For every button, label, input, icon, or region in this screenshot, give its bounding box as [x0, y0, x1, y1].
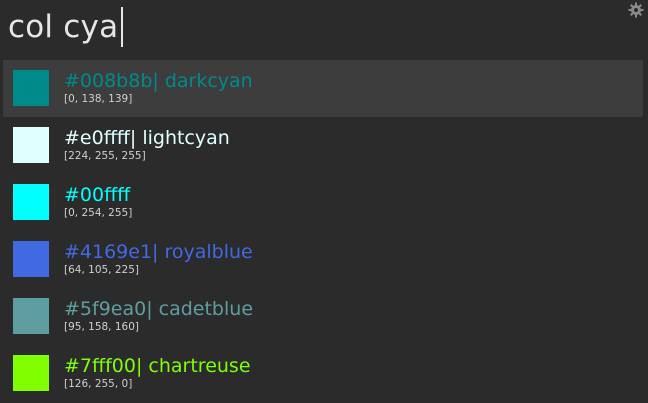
result-title: #e0ffff| lightcyan [64, 127, 230, 149]
result-item[interactable]: #7fff00| chartreuse [126, 255, 0] [3, 345, 643, 402]
result-item[interactable]: #5f9ea0| cadetblue [95, 158, 160] [3, 288, 643, 345]
color-swatch [13, 70, 49, 106]
result-item[interactable]: #e0ffff| lightcyan [224, 255, 255] [3, 117, 643, 174]
results-list: #008b8b| darkcyan [0, 138, 139] #e0ffff| l… [3, 60, 643, 402]
result-title: #5f9ea0| cadetblue [64, 298, 254, 320]
text-caret [121, 7, 124, 47]
scrollbar[interactable] [642, 60, 645, 400]
result-subtitle: [0, 138, 139] [64, 93, 133, 105]
color-swatch [13, 355, 49, 391]
color-swatch [13, 127, 49, 163]
query-bar: col cya [0, 0, 648, 56]
result-subtitle: [0, 254, 255] [64, 207, 133, 219]
launcher-window: col cya #008b8b| darkcyan [0, 138, 139] #e… [0, 0, 648, 403]
result-item[interactable]: #00ffff [0, 254, 255] [3, 174, 643, 231]
result-title: #00ffff [64, 184, 131, 206]
result-title: #7fff00| chartreuse [64, 355, 251, 377]
query-input[interactable]: col cya [8, 4, 124, 50]
result-subtitle: [64, 105, 225] [64, 264, 139, 276]
color-swatch [13, 298, 49, 334]
result-item[interactable]: #4169e1| royalblue [64, 105, 225] [3, 231, 643, 288]
color-swatch [13, 184, 49, 220]
result-item[interactable]: #008b8b| darkcyan [0, 138, 139] [3, 60, 643, 117]
result-subtitle: [126, 255, 0] [64, 378, 133, 390]
color-swatch [13, 241, 49, 277]
gear-icon[interactable] [628, 2, 644, 18]
result-title: #008b8b| darkcyan [64, 70, 253, 92]
result-subtitle: [224, 255, 255] [64, 150, 146, 162]
result-subtitle: [95, 158, 160] [64, 321, 139, 333]
result-title: #4169e1| royalblue [64, 241, 253, 263]
query-text: col cya [8, 9, 119, 45]
